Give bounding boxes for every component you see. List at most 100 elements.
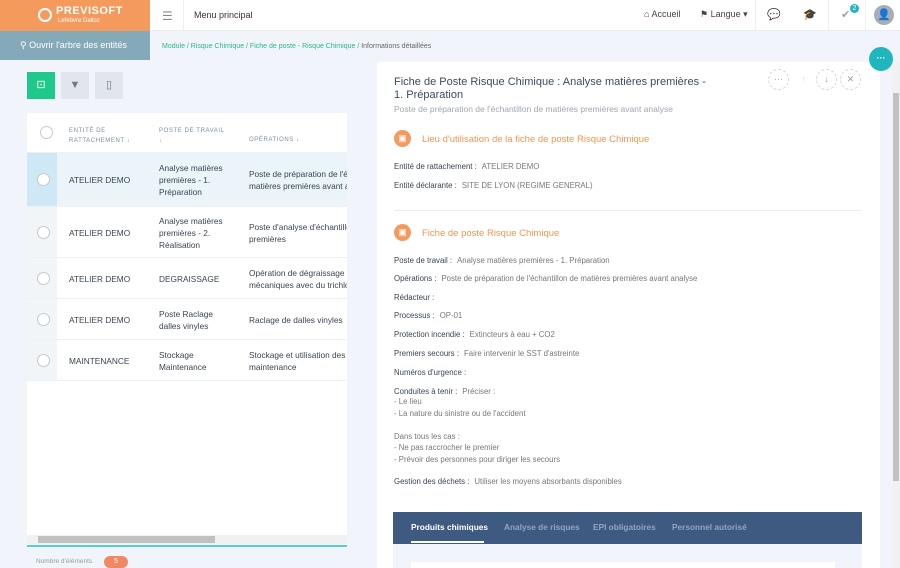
detail-field: Opérations : Poste de préparation de l'éc… — [394, 273, 697, 284]
field-value: OP-01 — [439, 311, 463, 320]
table-row[interactable]: ATELIER DEMO DEGRAISSAGE Opération de dégr… — [27, 258, 347, 299]
close-button[interactable]: ✕ — [840, 69, 861, 90]
row-checkbox[interactable] — [37, 173, 50, 186]
conduites-line: Dans tous les cas : — [394, 431, 460, 441]
table-row[interactable]: ATELIER DEMO Analyse matières premières - … — [27, 153, 347, 207]
language-dropdown[interactable]: ⚑ Langue ▾ — [700, 9, 748, 20]
section-title-fiche: Fiche de poste Risque Chimique — [422, 228, 560, 239]
cell-operations: Opération de dégraissage de piècesmécani… — [249, 267, 347, 291]
cell-entite: MAINTENANCE — [69, 355, 130, 366]
cell-line: Opération de dégraissage de pièces — [249, 267, 347, 278]
row-checkbox[interactable] — [37, 271, 50, 285]
divider — [865, 0, 866, 31]
row-checkbox[interactable] — [37, 353, 50, 367]
detail-field: Premiers secours : Faire intervenir le SS… — [394, 348, 579, 359]
tree-button-label: Ouvrir l'arbre des entités — [29, 40, 127, 50]
breadcrumb-path[interactable]: Module / Risque Chimique / Fiche de post… — [162, 43, 359, 50]
table-row[interactable]: ATELIER DEMO Analyse matières premières - … — [27, 207, 347, 258]
field-value: Faire intervenir le SST d'astreinte — [464, 349, 580, 358]
menu-toggle-icon[interactable]: ☰ — [162, 9, 173, 23]
floating-actions-button[interactable]: ··· — [869, 47, 893, 71]
graduation-cap-icon[interactable]: 🎓 — [803, 8, 817, 21]
cell-line: premières — [249, 233, 286, 244]
field-label: Processus : — [394, 311, 435, 320]
column-header-entite[interactable]: ENTITÉ DE RATTACHEMENT ↓ — [69, 126, 130, 146]
field-label: Rédacteur : — [394, 293, 435, 302]
cell-line: premières - 2. — [159, 227, 211, 238]
columns-button[interactable]: ▯ — [95, 72, 123, 99]
cell-line: Stockage et utilisation des produits de — [249, 349, 347, 360]
field-label: Protection incendie : — [394, 330, 465, 339]
home-label: Accueil — [651, 9, 681, 19]
detail-field: Rédacteur : — [394, 292, 439, 303]
divider — [183, 0, 184, 31]
open-entity-tree-button[interactable]: ⚲ Ouvrir l'arbre des entités — [0, 31, 150, 60]
brand-sub: Lefebvre Dalloz — [58, 18, 100, 24]
select-all-checkbox[interactable] — [40, 126, 53, 139]
row-checkbox[interactable] — [37, 225, 50, 239]
scrollbar-thumb[interactable] — [893, 93, 899, 481]
column-header-poste[interactable]: POSTE DE TRAVAIL ↓ — [159, 126, 225, 146]
previous-button[interactable]: ↑ — [793, 69, 814, 90]
breadcrumb-current: Informations détaillées — [361, 43, 432, 50]
conduites-line: - Ne pas raccrocher le premier — [394, 443, 500, 452]
next-button[interactable]: ↓ — [816, 69, 837, 90]
language-label: Langue — [710, 9, 741, 19]
list-table: ENTITÉ DE RATTACHEMENT ↓ POSTE DE TRAVAIL… — [27, 113, 347, 546]
detail-field: Protection incendie : Extincteurs à eau +… — [394, 329, 555, 340]
cell-line: Poste de préparation de l'échantillon de — [249, 169, 347, 179]
detail-field: Poste de travail : Analyse matières premi… — [394, 255, 610, 266]
briefcase-icon: ▣ — [394, 130, 411, 147]
cell-line: Préparation — [159, 187, 202, 197]
menu-principal-label[interactable]: Menu principal — [194, 10, 253, 20]
cell-poste: Analyse matières premières - 2. Réalisatio… — [159, 215, 223, 251]
field-label: Entité de rattachement : — [394, 162, 477, 171]
caret-down-icon: ▾ — [740, 9, 748, 19]
divider — [828, 0, 829, 31]
cell-operations: Poste de préparation de l'échantillon de… — [249, 168, 347, 192]
cell-poste: Poste Raclage dalles vinyles — [159, 308, 213, 332]
cell-line: Stockage — [159, 349, 194, 360]
cell-line: Poste Raclage — [159, 308, 213, 319]
more-options-button[interactable]: ··· — [768, 69, 789, 90]
tab-personnel-autorise[interactable]: Personnel autorisé — [672, 522, 747, 532]
column-header-operations[interactable]: OPÉRATIONS ↓ — [249, 135, 300, 145]
cell-operations: Stockage et utilisation des produits dem… — [249, 349, 347, 373]
cell-poste: DEGRAISSAGE — [159, 273, 219, 285]
field-label: Conduites à tenir : — [394, 387, 458, 396]
field-value: Poste de préparation de l'échantillon de… — [441, 274, 698, 283]
field-label: Poste de travail : — [394, 256, 453, 265]
cell-line: Analyse matières — [159, 163, 223, 173]
brand-logo[interactable]: PREVISOFT Lefebvre Dalloz — [0, 0, 150, 31]
items-count-label: Nombre d'éléments — [36, 558, 93, 565]
cell-line: Réalisation — [159, 239, 201, 250]
section-title-lieu: Lieu d'utilisation de la fiche de poste … — [422, 134, 650, 145]
tab-epi-obligatoires[interactable]: EPI obligatoires — [593, 522, 656, 532]
logo-icon — [38, 8, 52, 22]
table-row[interactable]: MAINTENANCE Stockage Maintenance Stockage e… — [27, 340, 347, 381]
tab-produits-chimiques[interactable]: Produits chimiques — [411, 522, 488, 532]
check-circle-icon[interactable]: ✔ — [841, 8, 850, 21]
conduites-details: - Le lieu - La nature du sinistre ou de l… — [394, 396, 560, 465]
cell-entite: ATELIER DEMO — [69, 227, 131, 238]
conduites-line: - Le lieu — [394, 397, 422, 406]
field-value: SITE DE LYON (REGIME GENERAL) — [461, 181, 593, 190]
tab-analyse-risques[interactable]: Analyse de risques — [504, 522, 580, 532]
cell-line: DEGRAISSAGE — [159, 273, 220, 284]
filter-button[interactable]: ▼ — [61, 72, 89, 99]
cell-line: matières premières avant analyse — [249, 181, 347, 191]
divider — [755, 0, 756, 31]
cell-line: Maintenance — [159, 361, 207, 372]
chat-icon[interactable]: 💬 — [767, 8, 781, 21]
row-checkbox[interactable] — [37, 312, 50, 326]
cell-line: maintenance — [249, 361, 297, 372]
home-link[interactable]: ⌂ Accueil — [644, 9, 680, 19]
field-value: Préciser : — [462, 387, 496, 396]
add-button[interactable]: ⊡ — [27, 72, 55, 99]
cell-line: premières - 1. — [159, 175, 211, 185]
table-row[interactable]: ATELIER DEMO Poste Raclage dalles vinyles R… — [27, 299, 347, 340]
cell-operations: Raclage de dalles vinyles — [249, 314, 347, 326]
cell-entite: ATELIER DEMO — [69, 175, 131, 185]
user-avatar[interactable]: 👤 — [874, 5, 894, 25]
scrollbar-thumb[interactable] — [38, 536, 215, 543]
